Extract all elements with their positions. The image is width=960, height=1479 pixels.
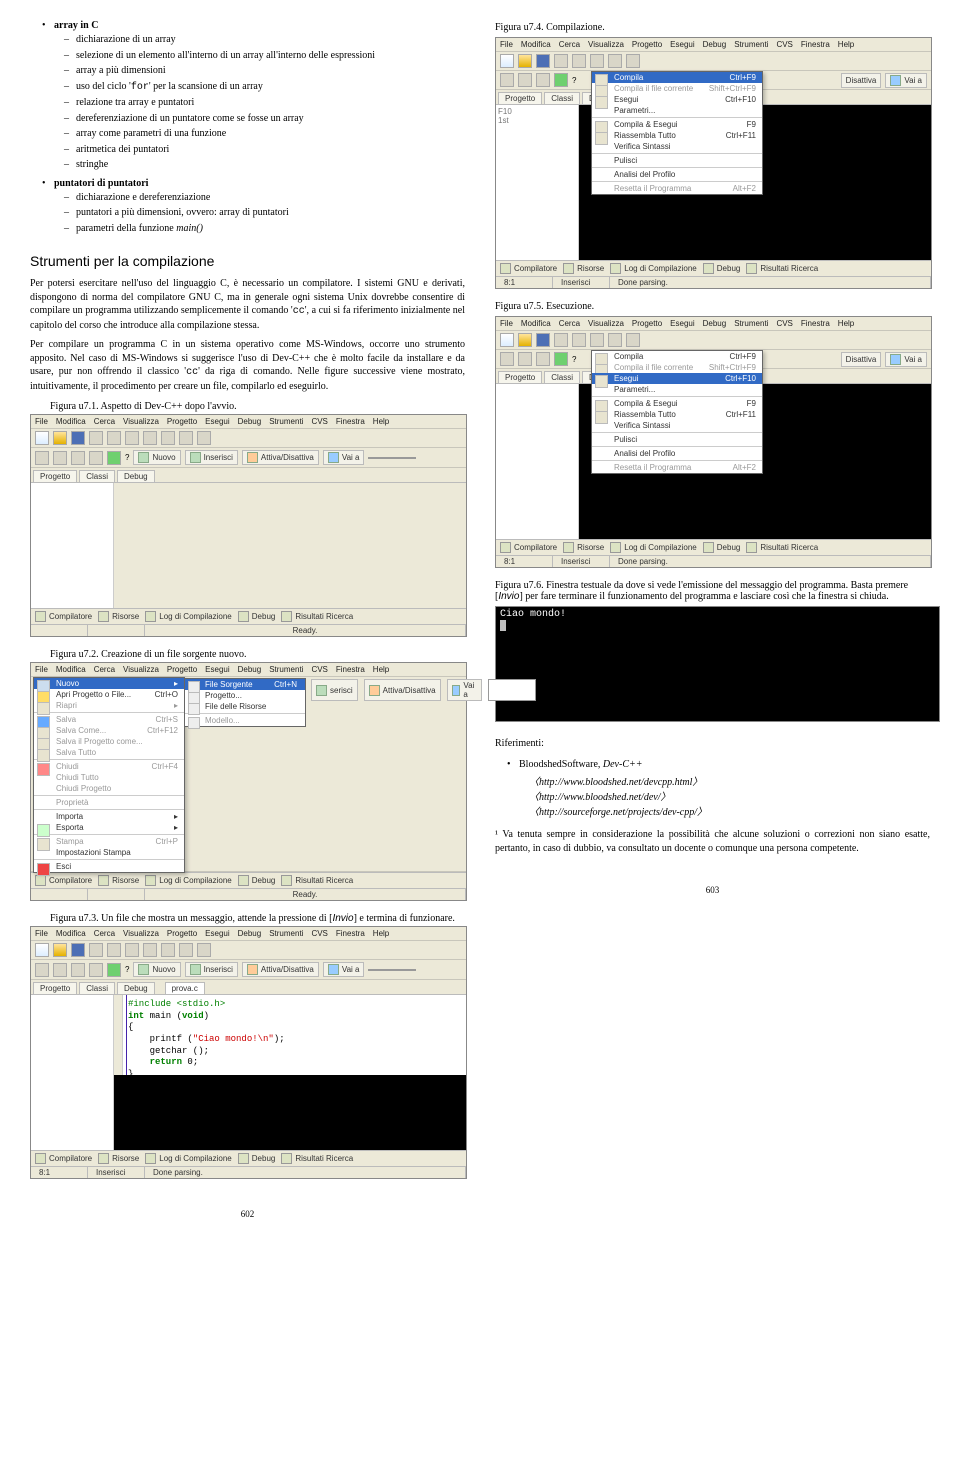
outline-title-b: puntatori di puntatori: [54, 178, 148, 189]
ide-menubar[interactable]: FileModificaCercaVisualizzaProgettoEsegu…: [496, 317, 931, 331]
outline-item: array come parametri di una funzione: [76, 127, 465, 141]
outline-item: stringhe: [76, 158, 465, 172]
page-number-left: 602: [30, 1209, 465, 1219]
menu-esegui-dropdown[interactable]: CompilaCtrl+F9 Compila il file correnteS…: [591, 71, 763, 195]
ide-toolbar[interactable]: [496, 52, 931, 71]
console-output: Ciao mondo!: [495, 606, 940, 722]
outline-item: dichiarazione e dereferenziazione: [76, 191, 465, 205]
reference-url: http://www.bloodshed.net/devcpp.html: [529, 773, 930, 788]
references: BloodshedSoftware, Dev-C++ http://www.bl…: [519, 759, 930, 818]
ide-toolbar-row2[interactable]: ? Nuovo Inserisci Attiva/Disattiva Vai a: [31, 960, 466, 980]
outline-puntatori: puntatori di puntatori dichiarazione e d…: [54, 178, 465, 236]
outline-array-in-c: array in C dichiarazione di un array sel…: [54, 20, 465, 172]
figure-caption-2: Figura u7.2. Creazione di un file sorgen…: [50, 649, 465, 660]
reference-url: http://www.bloodshed.net/dev/: [529, 788, 930, 803]
ide-screenshot-1: FileModificaCercaVisualizzaProgettoEsegu…: [30, 414, 467, 637]
section-heading: Strumenti per la compilazione: [30, 253, 465, 269]
outline-title-a: array in C: [54, 20, 98, 31]
ide-bottom-tabs[interactable]: Compilatore Risorse Log di Compilazione …: [31, 608, 466, 624]
outline-item: parametri della funzione main(): [76, 222, 465, 236]
left-column: array in C dichiarazione di un array sel…: [30, 20, 465, 1219]
submenu-nuovo: File Sorgente Ctrl+N Progetto... File de…: [184, 678, 306, 727]
paragraph: Per potersi esercitare nell'uso del ling…: [30, 277, 465, 332]
ide-menubar[interactable]: FileModificaCercaVisualizzaProgettoEsegu…: [496, 38, 931, 52]
ide-menubar[interactable]: FileModificaCercaVisualizzaProgettoEsegu…: [31, 663, 466, 677]
outline-item: dereferenziazione di un puntatore come s…: [76, 112, 465, 126]
reference-url: http://sourceforge.net/projects/dev-cpp/: [529, 803, 930, 818]
ide-toolbar[interactable]: Nuovo▸ File Sorgente Ctrl+N Progetto... …: [31, 677, 466, 872]
menu-item-nuovo: Nuovo▸ File Sorgente Ctrl+N Progetto... …: [34, 678, 184, 689]
save-icon: [71, 431, 85, 445]
figure-caption-5: Figura u7.5. Esecuzione.: [495, 301, 930, 312]
figure-caption-3: Figura u7.3. Un file che mostra un messa…: [50, 913, 465, 924]
new-icon: [35, 431, 49, 445]
outline-item: aritmetica dei puntatori: [76, 143, 465, 157]
outline-item: selezione di un elemento all'interno di …: [76, 49, 465, 63]
ide-screenshot-2: FileModificaCercaVisualizzaProgettoEsegu…: [30, 662, 467, 901]
ide-screenshot-4: FileModificaCercaVisualizzaProgettoEsegu…: [495, 37, 932, 289]
right-column: Figura u7.4. Compilazione. FileModificaC…: [495, 20, 930, 1219]
open-icon: [53, 431, 67, 445]
ide-toolbar-row1[interactable]: [31, 429, 466, 448]
check-icon: [107, 451, 121, 465]
ide-toolbar-row1[interactable]: [31, 941, 466, 960]
menu-file-dropdown[interactable]: Nuovo▸ File Sorgente Ctrl+N Progetto... …: [33, 677, 185, 873]
references-heading: Riferimenti:: [495, 738, 930, 749]
figure-caption-1: Figura u7.1. Aspetto di Dev-C++ dopo l'a…: [50, 401, 465, 412]
page-number-right: 603: [495, 885, 930, 895]
menu-esegui-dropdown[interactable]: CompilaCtrl+F9 Compila il file correnteS…: [591, 350, 763, 474]
footnote: ¹ Va tenuta sempre in considerazione la …: [495, 828, 930, 855]
outline-item: relazione tra array e puntatori: [76, 96, 465, 110]
ide-bottom-tabs[interactable]: Compilatore Risorse Log di Compilazione …: [31, 872, 466, 888]
outline-item: puntatori a più dimensioni, ovvero: arra…: [76, 206, 465, 220]
outline-item: array a più dimensioni: [76, 64, 465, 78]
ide-screenshot-3: FileModificaCercaVisualizzaProgettoEsegu…: [30, 926, 467, 1179]
ide-screenshot-5: FileModificaCercaVisualizzaProgettoEsegu…: [495, 316, 932, 568]
ide-menubar[interactable]: FileModificaCercaVisualizzaProgettoEsegu…: [31, 415, 466, 429]
outline-item: dichiarazione di un array: [76, 33, 465, 47]
ide-menubar[interactable]: FileModificaCercaVisualizzaProgettoEsegu…: [31, 927, 466, 941]
figure-caption-4: Figura u7.4. Compilazione.: [495, 22, 930, 33]
outline-item: uso del ciclo 'for' per la scansione di …: [76, 80, 465, 95]
paragraph: Per compilare un programma C in un siste…: [30, 338, 465, 393]
ide-statusbar: Ready.: [31, 624, 466, 636]
ide-toolbar-row2[interactable]: ? Nuovo Inserisci Attiva/Disattiva Vai a: [31, 448, 466, 468]
code-editor[interactable]: #include <stdio.h> int main (void) { pri…: [114, 995, 466, 1150]
ide-bottom-tabs[interactable]: Compilatore Risorse Log di Compilazione …: [31, 1150, 466, 1166]
figure-caption-6: Figura u7.6. Finestra testuale da dove s…: [495, 580, 930, 602]
